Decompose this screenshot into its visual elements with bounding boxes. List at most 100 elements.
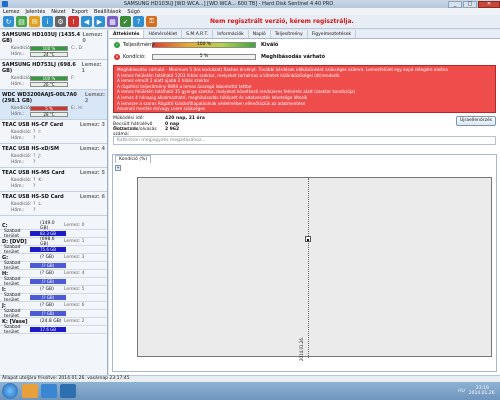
clock[interactable]: 23:19 2014.01.26. — [469, 386, 496, 396]
free-space-row: Szabad terület (? GB) — [0, 276, 107, 287]
minimize-button[interactable]: _ — [448, 0, 462, 8]
close-button[interactable]: ✕ — [478, 0, 500, 8]
drive-item[interactable]: TEAC USB HS-xD/SM Lemez: 4 Kondíció:? J: H… — [0, 144, 107, 168]
back-icon[interactable]: ◀ — [81, 16, 92, 27]
condition-label: Kondíció: — [11, 105, 32, 111]
free-space-bar: 75.6 GB — [30, 247, 66, 252]
condition-value: ? — [33, 129, 36, 135]
tab-alerts[interactable]: Figyelmeztetések — [308, 30, 357, 38]
warning-line: Azonnali mentés és/vagy csere szükséges — [117, 106, 206, 112]
total-rw-label: Összes írás/olvasás száma: — [113, 127, 157, 137]
partition-size: (698.6 GB) — [40, 236, 55, 247]
key-icon[interactable]: ⚿ — [146, 16, 157, 27]
refresh-icon[interactable]: ↻ — [3, 16, 14, 27]
drive-item[interactable]: TEAC USB HS-SD Card Lemez: 6 Kondíció:? L:… — [0, 192, 107, 216]
chart-plot-area — [137, 177, 492, 358]
drive-name: TEAC USB HS-CF Card — [2, 122, 64, 128]
temperature-value: 26 °C — [30, 81, 68, 87]
free-space-label: Szabad terület — [4, 244, 21, 255]
free-space-bar: (? GB) — [30, 295, 66, 300]
tab-smart[interactable]: S.M.A.R.T. — [182, 30, 214, 38]
forward-icon[interactable]: ▶ — [94, 16, 105, 27]
free-space-bar: (? GB) — [30, 279, 66, 284]
temperature-value: ? — [33, 135, 36, 141]
condition-bar: 5 % — [30, 105, 68, 111]
drive-letters: J: — [38, 153, 42, 159]
chart-tab-condition[interactable]: Kondíció (%) — [115, 155, 152, 163]
drive-icon[interactable]: ▤ — [16, 16, 27, 27]
free-space-label: Szabad terület — [4, 308, 21, 319]
drive-name: TEAC USB HS-SD Card — [2, 194, 64, 200]
temperature-value: 28 °C — [30, 111, 68, 117]
free-space-row: Szabad terület (? GB) — [0, 293, 107, 303]
start-button[interactable] — [2, 383, 18, 399]
settings-icon[interactable]: ⚙ — [55, 16, 66, 27]
explorer-icon[interactable] — [22, 384, 38, 398]
performance-label: ✓ Teljesítmény: — [114, 42, 156, 48]
drive-disk-number: Lemez: 4 — [79, 146, 105, 152]
partition-size: (? GB) — [40, 255, 54, 260]
drive-disk-number: Lemez: 1 — [81, 62, 102, 74]
language-indicator[interactable]: HU — [458, 389, 465, 394]
recheck-button[interactable]: Újraellenőrzés — [456, 116, 496, 126]
condition-value: ? — [33, 201, 36, 207]
partition-size: (? GB) — [40, 271, 54, 276]
partition-disk: Lemez: 5 — [64, 287, 85, 292]
drive-name: WDC WD3200AAJS-00L7A0 (298.1 GB) — [2, 92, 77, 104]
test-icon[interactable]: ✓ — [120, 16, 131, 27]
free-space-row: Szabad terület (? GB) — [0, 261, 107, 271]
tab-bar: Áttekintés Hőmérséklet S.M.A.R.T. Inform… — [109, 30, 500, 39]
alert-icon[interactable]: ! — [68, 16, 79, 27]
info-icon[interactable]: i — [42, 16, 53, 27]
title-bar: SAMSUNG HD103UJ [WD WCA...] [WD WCA... 6… — [0, 0, 500, 8]
chart-date-line — [308, 178, 309, 358]
condition-label: Kondíció: — [11, 129, 32, 135]
menu-item-export[interactable]: Export — [72, 9, 88, 15]
menu-item-lemez[interactable]: Lemez — [3, 9, 19, 15]
partition-disk: Lemez: 2 — [64, 319, 85, 324]
window-title: SAMSUNG HD103UJ [WD WCA...] [WD WCA... 6… — [123, 1, 334, 7]
system-tray: HU 23:19 2014.01.26. — [458, 386, 500, 396]
drive-item-selected[interactable]: WDC WD3200AAJS-00L7A0 (298.1 GB) Lemez: 2… — [0, 90, 107, 120]
drive-disk-number: Lemez: 6 — [79, 194, 105, 200]
hd-sentinel-icon[interactable] — [60, 384, 76, 398]
free-space-label: Szabad terület — [4, 324, 21, 335]
menu-item-sugo[interactable]: Súgó — [127, 9, 140, 15]
chart-icon[interactable]: ▦ — [107, 16, 118, 27]
drive-disk-number: Lemez: 5 — [79, 170, 105, 176]
chart-x-tick-label: 2014.01.26. — [299, 336, 304, 361]
free-space-label: Szabad terület — [4, 276, 21, 287]
browser-icon[interactable] — [41, 384, 57, 398]
menu-item-jelentes[interactable]: Jelentés — [25, 9, 45, 15]
registration-notice[interactable]: Nem regisztrált verzió, kérem regisztrál… — [210, 18, 354, 25]
drive-item[interactable]: SAMSUNG HD103UJ (1435.4 GB) Lemez: 0 Kond… — [0, 30, 107, 60]
drive-disk-number: Lemez: 3 — [79, 122, 105, 128]
drive-item[interactable]: SAMSUNG HD753LJ (698.6 GB) Lemez: 1 Kondí… — [0, 60, 107, 90]
tab-overview[interactable]: Áttekintés — [109, 30, 145, 38]
temperature-label: Hőm.: — [11, 183, 25, 189]
chart-zoom-button[interactable]: + — [115, 165, 121, 171]
tab-performance[interactable]: Teljesítmény — [271, 30, 308, 38]
menu-item-nezet[interactable]: Nézet — [51, 9, 65, 15]
report-icon[interactable]: ✉ — [29, 16, 40, 27]
drive-letters: E:, H: — [71, 105, 84, 111]
help-icon[interactable]: ? — [133, 16, 144, 27]
main-panel: Áttekintés Hőmérséklet S.M.A.R.T. Inform… — [109, 30, 500, 375]
free-space-bar: 82.3 GB — [30, 231, 66, 236]
condition-label: Kondíció: — [11, 201, 32, 207]
temperature-value: ? — [33, 183, 36, 189]
tab-information[interactable]: Információk — [213, 30, 249, 38]
menu-item-beallitasok[interactable]: Beállítások — [94, 9, 121, 15]
maximize-button[interactable]: □ — [463, 0, 477, 8]
drive-item[interactable]: TEAC USB HS-MS Card Lemez: 5 Kondíció:? K:… — [0, 168, 107, 192]
drive-name: TEAC USB HS-xD/SM — [2, 146, 59, 152]
drive-item[interactable]: TEAC USB HS-CF Card Lemez: 3 Kondíció:? I:… — [0, 120, 107, 144]
condition-bar: 5 % — [152, 54, 256, 60]
tab-temperature[interactable]: Hőmérséklet — [144, 30, 183, 38]
tab-log[interactable]: Napló — [249, 30, 271, 38]
clock-date: 2014.01.26. — [468, 391, 496, 396]
condition-label: Kondíció: — [11, 45, 32, 51]
comment-field[interactable]: Kattintson megjegyzés megadásához... — [113, 136, 496, 145]
condition-bar: 100 % — [30, 75, 68, 81]
partition-disk: Lemez: 3 — [64, 255, 85, 260]
